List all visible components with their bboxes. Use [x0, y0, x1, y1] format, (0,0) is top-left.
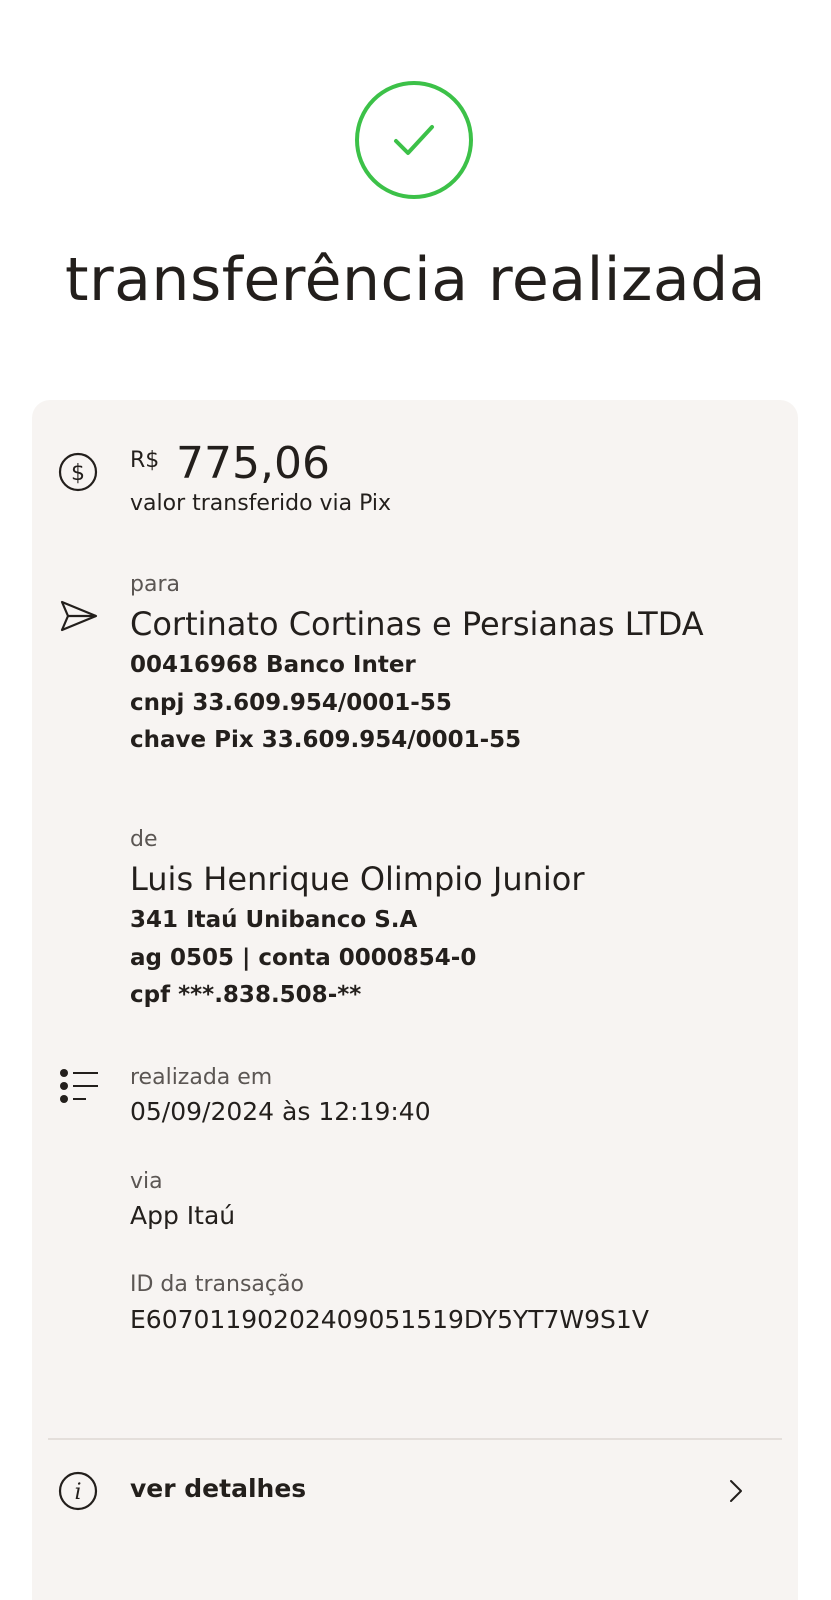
transaction-id-value: E60701190202409051519DY5YT7W9S1V — [130, 1305, 649, 1334]
via-value: App Itaú — [130, 1201, 236, 1230]
date-value: 05/09/2024 às 12:19:40 — [130, 1097, 431, 1126]
amount-label: valor transferido via Pix — [130, 491, 392, 516]
recipient-document: cnpj 33.609.954/0001-55 — [130, 690, 452, 716]
view-details-label: ver detalhes — [130, 1474, 307, 1503]
recipient-label: para — [130, 572, 180, 597]
page-title: transferência realizada — [64, 245, 767, 315]
sender-document: cpf ***.838.508-** — [130, 982, 362, 1008]
svg-text:i: i — [74, 1480, 81, 1505]
list-icon — [60, 1069, 98, 1103]
recipient-bank: 00416968 Banco Inter — [130, 652, 416, 678]
send-icon — [60, 600, 98, 632]
sender-account: ag 0505 | conta 0000854-0 — [130, 945, 477, 971]
via-label: via — [130, 1169, 163, 1194]
sender-label: de — [130, 827, 158, 852]
view-details-button[interactable]: i ver detalhes — [32, 1440, 798, 1600]
transaction-id-label: ID da transação — [130, 1272, 304, 1297]
info-icon: i — [58, 1471, 98, 1511]
recipient-name: Cortinato Cortinas e Persianas LTDA — [130, 605, 704, 643]
sender-bank: 341 Itaú Unibanco S.A — [130, 907, 418, 933]
svg-text:$: $ — [71, 461, 85, 486]
transfer-receipt-card: $ R$ 775,06 valor transferido via Pix pa… — [32, 400, 798, 1600]
chevron-right-icon — [730, 1480, 742, 1502]
date-label: realizada em — [130, 1065, 273, 1090]
check-circle-icon — [355, 81, 473, 199]
sender-name: Luis Henrique Olimpio Junior — [130, 860, 585, 898]
amount-currency: R$ — [130, 448, 160, 473]
amount-value: 775,06 — [176, 438, 330, 489]
dollar-circle-icon: $ — [58, 452, 98, 492]
recipient-pix-key: chave Pix 33.609.954/0001-55 — [130, 727, 522, 753]
